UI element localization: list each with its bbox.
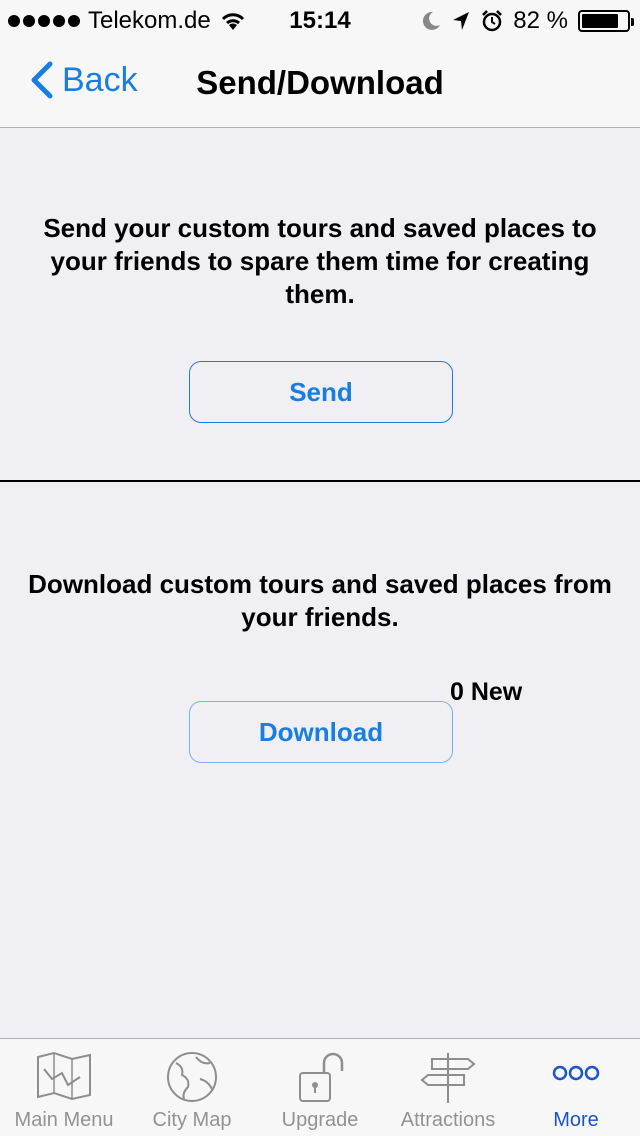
- download-description: Download custom tours and saved places f…: [28, 569, 612, 632]
- status-bar: Telekom.de 15:14 82 %: [0, 0, 640, 40]
- new-items-count: 0 New: [450, 678, 523, 706]
- tab-more[interactable]: More: [512, 1039, 640, 1136]
- tab-bar: Main Menu City Map Upgrade Attractions M…: [0, 1038, 640, 1136]
- tab-label: Attractions: [400, 1109, 496, 1131]
- globe-icon: [167, 1052, 217, 1102]
- battery-icon: [578, 10, 634, 32]
- battery-fill: [582, 14, 619, 28]
- section-divider: [0, 480, 640, 482]
- tab-main-menu[interactable]: Main Menu: [0, 1039, 128, 1136]
- navigation-bar: Back Send/Download: [0, 40, 640, 128]
- send-description: Send your custom tours and saved places …: [43, 213, 597, 309]
- more-icon: [552, 1065, 600, 1081]
- tab-city-map[interactable]: City Map: [128, 1039, 256, 1136]
- page-title: Send/Download: [196, 64, 444, 101]
- download-button[interactable]: Download: [189, 701, 453, 763]
- tab-label: City Map: [152, 1109, 232, 1131]
- unlock-icon: [299, 1052, 344, 1102]
- moon-icon: [423, 11, 441, 30]
- status-right: 82 %: [421, 7, 634, 35]
- tab-label: More: [553, 1109, 599, 1131]
- send-button[interactable]: Send: [189, 361, 453, 423]
- tab-label: Upgrade: [281, 1109, 359, 1131]
- tab-attractions[interactable]: Attractions: [384, 1039, 512, 1136]
- signpost-icon: [420, 1053, 476, 1103]
- map-icon: [37, 1051, 91, 1101]
- send-button-label: Send: [289, 376, 353, 407]
- tab-upgrade[interactable]: Upgrade: [256, 1039, 384, 1136]
- alarm-icon: [482, 10, 503, 32]
- tab-label: Main Menu: [14, 1109, 114, 1131]
- location-arrow-icon: [453, 12, 470, 30]
- battery-percent: 82 %: [513, 7, 568, 34]
- download-button-label: Download: [258, 716, 384, 747]
